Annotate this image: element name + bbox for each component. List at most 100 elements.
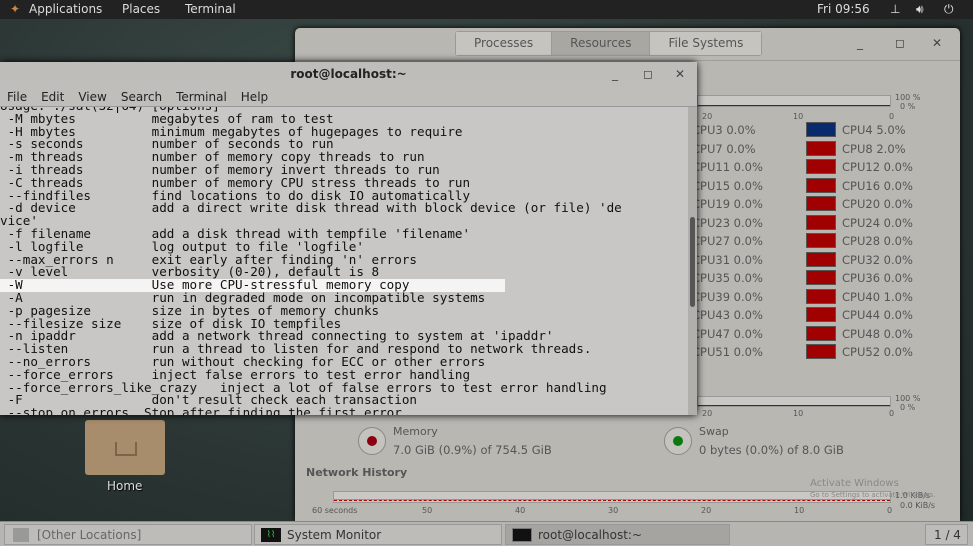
terminal-scrollbar[interactable] [688, 107, 697, 415]
house-icon [115, 442, 137, 456]
mem-graph-ymin: 0 % [900, 403, 916, 412]
taskbar-system-monitor[interactable]: ⌇⌇ System Monitor [254, 524, 502, 545]
close-button[interactable]: ✕ [932, 36, 942, 50]
scrollbar-thumb[interactable] [690, 217, 695, 307]
tab-file-systems[interactable]: File Systems [650, 32, 762, 55]
net-graph-tick: 40 [515, 506, 526, 515]
menu-help[interactable]: Help [234, 87, 275, 106]
system-monitor-icon: ⌇⌇ [261, 528, 281, 542]
cpu-left-label: CPU35 0.0% [692, 271, 763, 285]
cpu-right-label: CPU28 0.0% [842, 234, 913, 248]
swap-color-picker[interactable] [664, 427, 692, 455]
cpu-right-label: CPU48 0.0% [842, 326, 913, 341]
cpu-color-swatch[interactable] [806, 344, 836, 359]
terminal-title: root@localhost:~ [0, 62, 697, 87]
terminal-line: -d device add a direct write disk thread… [0, 200, 622, 216]
mem-graph-tick: 0 [889, 409, 895, 418]
terminal-minimize-button[interactable]: _ [612, 67, 618, 81]
applications-menu[interactable]: Applications [29, 2, 102, 16]
cpu-left-label: CPU23 0.0% [692, 215, 763, 230]
cpu-history-graph [697, 95, 891, 107]
network-history-graph [333, 491, 891, 503]
memory-history-graph [697, 396, 891, 407]
network-icon[interactable]: ⊥ [890, 2, 900, 16]
cpu-right-label: CPU20 0.0% [842, 197, 913, 211]
cpu-color-swatch[interactable] [806, 325, 836, 341]
cpu-right-label: CPU52 0.0% [842, 345, 913, 359]
cpu-graph-tick: 0 [889, 112, 895, 121]
mem-graph-tick: 20 [702, 409, 713, 418]
top-bar: ✦ Applications Places Terminal Fri 09:56… [0, 0, 973, 19]
cpu-color-swatch[interactable] [806, 196, 836, 211]
terminal-output[interactable]: Usage: ./sat(32|64) [options] -M mbytes … [0, 107, 688, 415]
cpu-left-label: CPU31 0.0% [692, 252, 763, 267]
menu-edit[interactable]: Edit [34, 87, 71, 106]
taskbar-other-locations[interactable]: [Other Locations] [4, 524, 252, 545]
tab-resources[interactable]: Resources [552, 32, 651, 55]
cpu-right-label: CPU40 1.0% [842, 289, 913, 304]
memory-color-picker[interactable] [358, 427, 386, 455]
volume-icon[interactable]: 🔊︎ [916, 2, 924, 17]
cpu-left-label: CPU47 0.0% [692, 326, 763, 341]
net-graph-ymin: 0.0 KiB/s [900, 501, 936, 510]
cpu-color-swatch[interactable] [806, 177, 836, 193]
net-graph-tick: 0 [887, 506, 893, 515]
taskbar-label: root@localhost:~ [538, 528, 643, 542]
cpu-left-label: CPU27 0.0% [692, 234, 763, 248]
menu-file[interactable]: File [0, 87, 34, 106]
menu-terminal[interactable]: Terminal [169, 87, 234, 106]
cpu-color-swatch[interactable] [806, 251, 836, 267]
terminal-line: --stop_on_errors Stop after finding the … [0, 405, 402, 415]
terminal-menu[interactable]: Terminal [185, 2, 236, 16]
cpu-right-label: CPU8 2.0% [842, 141, 906, 156]
workspace-switcher[interactable]: 1 / 4 [925, 524, 968, 545]
cpu-color-swatch[interactable] [806, 288, 836, 304]
cpu-color-swatch[interactable] [806, 140, 836, 156]
memory-value: 7.0 GiB (0.9%) of 754.5 GiB [393, 443, 552, 457]
terminal-maximize-button[interactable]: ◻ [643, 67, 653, 81]
cpu-left-label: CPU11 0.0% [692, 160, 763, 174]
cpu-color-swatch[interactable] [806, 233, 836, 248]
tab-bar: Processes Resources File Systems [455, 31, 763, 56]
cpu-right-label: CPU24 0.0% [842, 215, 913, 230]
minimize-button[interactable]: _ [857, 36, 863, 50]
cpu-color-swatch[interactable] [806, 270, 836, 285]
home-label[interactable]: Home [107, 479, 142, 493]
network-history-title: Network History [306, 466, 408, 479]
swap-label: Swap [699, 425, 729, 438]
cpu-left-label: CPU51 0.0% [692, 345, 763, 359]
cpu-right-label: CPU44 0.0% [842, 308, 913, 322]
cpu-color-swatch[interactable] [806, 307, 836, 322]
clock[interactable]: Fri 09:56 [817, 2, 870, 16]
tab-processes[interactable]: Processes [456, 32, 553, 55]
taskbar-label: [Other Locations] [37, 528, 142, 542]
cpu-color-swatch[interactable] [806, 214, 836, 230]
mem-graph-ymax: 100 % [895, 394, 921, 403]
applications-logo-icon: ✦ [10, 2, 21, 16]
net-graph-tick: 10 [794, 506, 805, 515]
cpu-right-label: CPU16 0.0% [842, 178, 913, 193]
cpu-color-swatch[interactable] [806, 159, 836, 174]
cpu-color-swatch[interactable] [806, 122, 836, 137]
cpu-graph-tick: 20 [702, 112, 713, 121]
cpu-right-label: CPU12 0.0% [842, 160, 913, 174]
activate-windows-watermark: Activate Windows [810, 478, 899, 489]
cpu-left-label: CPU39 0.0% [692, 289, 763, 304]
net-graph-tick: 50 [422, 506, 433, 515]
maximize-button[interactable]: ◻ [895, 36, 905, 50]
net-graph-tick: 30 [608, 506, 619, 515]
cpu-left-label: CPU7 0.0% [692, 141, 756, 156]
taskbar: [Other Locations] ⌇⌇ System Monitor root@… [0, 521, 973, 546]
memory-label: Memory [393, 425, 438, 438]
terminal-close-button[interactable]: ✕ [675, 67, 685, 81]
taskbar-terminal[interactable]: root@localhost:~ [505, 524, 730, 545]
home-folder-icon[interactable] [85, 420, 165, 475]
cpu-right-label: CPU36 0.0% [842, 271, 913, 285]
cpu-left-label: CPU43 0.0% [692, 308, 763, 322]
menu-view[interactable]: View [71, 87, 113, 106]
net-graph-tick: 60 seconds [312, 506, 358, 515]
power-icon[interactable]: ⏻ [944, 2, 954, 17]
terminal-icon [512, 528, 532, 542]
places-menu[interactable]: Places [122, 2, 160, 16]
menu-search[interactable]: Search [114, 87, 169, 106]
